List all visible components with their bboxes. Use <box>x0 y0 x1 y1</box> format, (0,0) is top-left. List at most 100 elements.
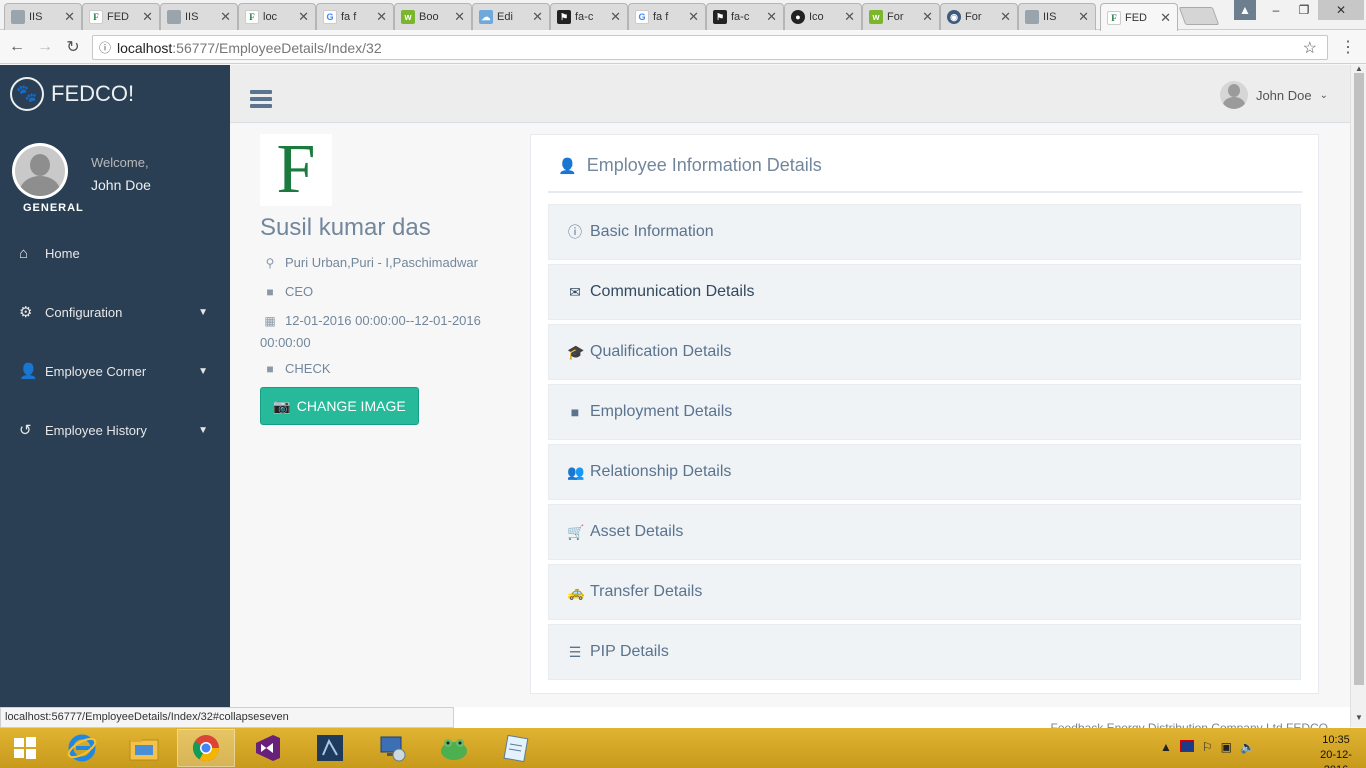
browser-tab[interactable]: w For ✕ <box>862 3 940 30</box>
browser-tab-strip: IIS ✕ F FED ✕ IIS ✕ Floc ✕ Gfa f ✕ w Boo ✕ ☁ Edi ✕… <box>0 0 1366 31</box>
bookmark-star-icon[interactable]: ☆ <box>1303 38 1317 58</box>
close-tab-icon[interactable]: ✕ <box>610 9 621 25</box>
sidebar-item-configuration[interactable]: ⚙ Configuration ▼ <box>0 292 230 332</box>
browser-tab[interactable]: IIS ✕ <box>160 3 238 30</box>
close-tab-icon[interactable]: ✕ <box>688 9 699 25</box>
menu-section-title: GENERAL <box>23 202 84 214</box>
reload-icon[interactable]: ↻ <box>62 36 84 58</box>
accordion-employment-details[interactable]: ■ Employment Details <box>548 384 1301 440</box>
browser-tab[interactable]: Floc ✕ <box>238 3 316 30</box>
browser-tab[interactable]: IIS ✕ <box>4 3 82 30</box>
browser-tab-active[interactable]: F FED ✕ <box>1100 3 1178 31</box>
browser-tab[interactable]: ◉ For ✕ <box>940 3 1018 30</box>
system-tray: ▲ ⚐ ▣ 🔈 <box>1160 740 1255 754</box>
toad-icon[interactable] <box>425 729 483 767</box>
panel-title: 👤 Employee Information Details <box>558 155 822 175</box>
change-image-button[interactable]: 📷 CHANGE IMAGE <box>260 387 419 425</box>
language-icon[interactable] <box>1179 740 1194 752</box>
chrome-menu-icon[interactable]: ⋮ <box>1340 37 1356 57</box>
accordion-transfer-details[interactable]: 🚕 Transfer Details <box>548 564 1301 620</box>
browser-tab[interactable]: F FED ✕ <box>82 3 160 30</box>
close-tab-icon[interactable]: ✕ <box>1160 10 1171 26</box>
browser-tab[interactable]: ● Ico ✕ <box>784 3 862 30</box>
forward-arrow-icon[interactable]: → <box>34 36 56 58</box>
browser-tab[interactable]: Gfa f ✕ <box>628 3 706 30</box>
scrollbar-thumb[interactable] <box>1354 73 1364 685</box>
info-circle-icon: ⓘ <box>568 224 582 240</box>
chrome-taskbar-icon[interactable] <box>177 729 235 767</box>
close-tab-icon[interactable]: ✕ <box>454 9 465 25</box>
close-tab-icon[interactable]: ✕ <box>220 9 231 25</box>
browser-tab[interactable]: Gfa f ✕ <box>316 3 394 30</box>
minimize-icon[interactable]: – <box>1262 0 1290 20</box>
employee-name: Susil kumar das <box>260 214 431 241</box>
close-tab-icon[interactable]: ✕ <box>298 9 309 25</box>
action-center-flag-icon[interactable]: ⚐ <box>1202 740 1213 754</box>
browser-tab[interactable]: w Boo ✕ <box>394 3 472 30</box>
employee-designation: ■ CEO <box>260 281 490 303</box>
browser-toolbar: ← → ↻ ⓘ localhost:56777/EmployeeDetails/… <box>0 31 1366 64</box>
sidebar-item-employee-corner[interactable]: 👤 Employee Corner ▼ <box>0 351 230 391</box>
show-hidden-icons-icon[interactable]: ▲ <box>1160 740 1172 754</box>
close-tab-icon[interactable]: ✕ <box>1000 9 1011 25</box>
close-window-icon[interactable]: ✕ <box>1318 0 1364 20</box>
briefcase-icon: ■ <box>266 362 274 376</box>
accordion-asset-details[interactable]: 🛒 Asset Details <box>548 504 1301 560</box>
url-host: localhost <box>117 39 173 56</box>
browser-tab[interactable]: ⚑ fa-c ✕ <box>550 3 628 30</box>
user-profile-dropdown[interactable]: John Doe ⌄ <box>1219 81 1328 109</box>
accordion-communication-details[interactable]: ✉ Communication Details <box>548 264 1301 320</box>
menu-toggle-icon[interactable] <box>250 90 272 111</box>
accordion-qualification-details[interactable]: 🎓 Qualification Details <box>548 324 1301 380</box>
close-tab-icon[interactable]: ✕ <box>376 9 387 25</box>
close-tab-icon[interactable]: ✕ <box>64 9 75 25</box>
visual-studio-icon[interactable] <box>239 729 297 767</box>
info-icon[interactable]: ⓘ <box>93 39 117 56</box>
accordion-pip-details[interactable]: ☰ PIP Details <box>548 624 1301 680</box>
employee-address: ⚲ Puri Urban,Puri - I,Paschimadwar <box>260 252 490 274</box>
paw-icon: 🐾 <box>10 77 44 111</box>
sidebar-item-employee-history[interactable]: ↺ Employee History ▼ <box>0 410 230 450</box>
restore-icon[interactable]: ❐ <box>1290 0 1318 20</box>
volume-icon[interactable]: 🔈 <box>1240 740 1255 754</box>
close-tab-icon[interactable]: ✕ <box>1078 9 1089 25</box>
notepad-icon[interactable] <box>487 729 545 767</box>
site-title[interactable]: 🐾 FEDCO! <box>10 77 134 111</box>
scroll-up-icon[interactable]: ▲ <box>1355 64 1363 73</box>
gear-icon: ⚙ <box>19 304 33 321</box>
internet-explorer-icon[interactable] <box>53 729 111 767</box>
sidebar-item-label: Home <box>45 245 80 261</box>
briefcase-icon: ■ <box>570 404 580 420</box>
sidebar-item-label: Employee Corner <box>45 363 147 379</box>
divider <box>548 191 1302 193</box>
taskbar-clock[interactable]: 10:35 20-12-2016 <box>1308 733 1364 768</box>
address-bar[interactable]: ⓘ localhost:56777/EmployeeDetails/Index/… <box>92 35 1328 60</box>
windows-start-icon[interactable] <box>0 729 50 767</box>
page-scrollbar[interactable]: ▲ ▼ <box>1350 64 1366 727</box>
remote-desktop-icon[interactable] <box>363 729 421 767</box>
browser-tab[interactable]: ⚑ fa-c ✕ <box>706 3 784 30</box>
chrome-user-icon[interactable]: ▲ <box>1234 0 1256 20</box>
close-tab-icon[interactable]: ✕ <box>766 9 777 25</box>
accordion-relationship-details[interactable]: 👥 Relationship Details <box>548 444 1301 500</box>
chevron-down-icon: ▼ <box>198 424 208 436</box>
browser-tab[interactable]: IIS ✕ <box>1018 3 1096 30</box>
topnav-username: John Doe <box>1255 87 1312 103</box>
browser-tab[interactable]: ☁ Edi ✕ <box>472 3 550 30</box>
sidebar-item-home[interactable]: ⌂ Home <box>0 233 230 273</box>
close-tab-icon[interactable]: ✕ <box>844 9 855 25</box>
camera-icon: 📷 <box>273 397 291 414</box>
back-arrow-icon[interactable]: ← <box>6 36 28 58</box>
doc-icon <box>11 10 25 24</box>
sql-server-icon[interactable] <box>301 729 359 767</box>
close-tab-icon[interactable]: ✕ <box>922 9 933 25</box>
accordion-basic-information[interactable]: ⓘ Basic Information <box>548 204 1301 260</box>
close-tab-icon[interactable]: ✕ <box>532 9 543 25</box>
new-tab-button[interactable] <box>1178 7 1220 25</box>
globe-icon: ◉ <box>947 10 961 24</box>
scroll-down-icon[interactable]: ▼ <box>1355 713 1363 722</box>
close-tab-icon[interactable]: ✕ <box>142 9 153 25</box>
file-explorer-icon[interactable] <box>115 729 173 767</box>
browser-status-url: localhost:56777/EmployeeDetails/Index/32… <box>0 707 454 728</box>
network-icon[interactable]: ▣ <box>1221 740 1232 754</box>
